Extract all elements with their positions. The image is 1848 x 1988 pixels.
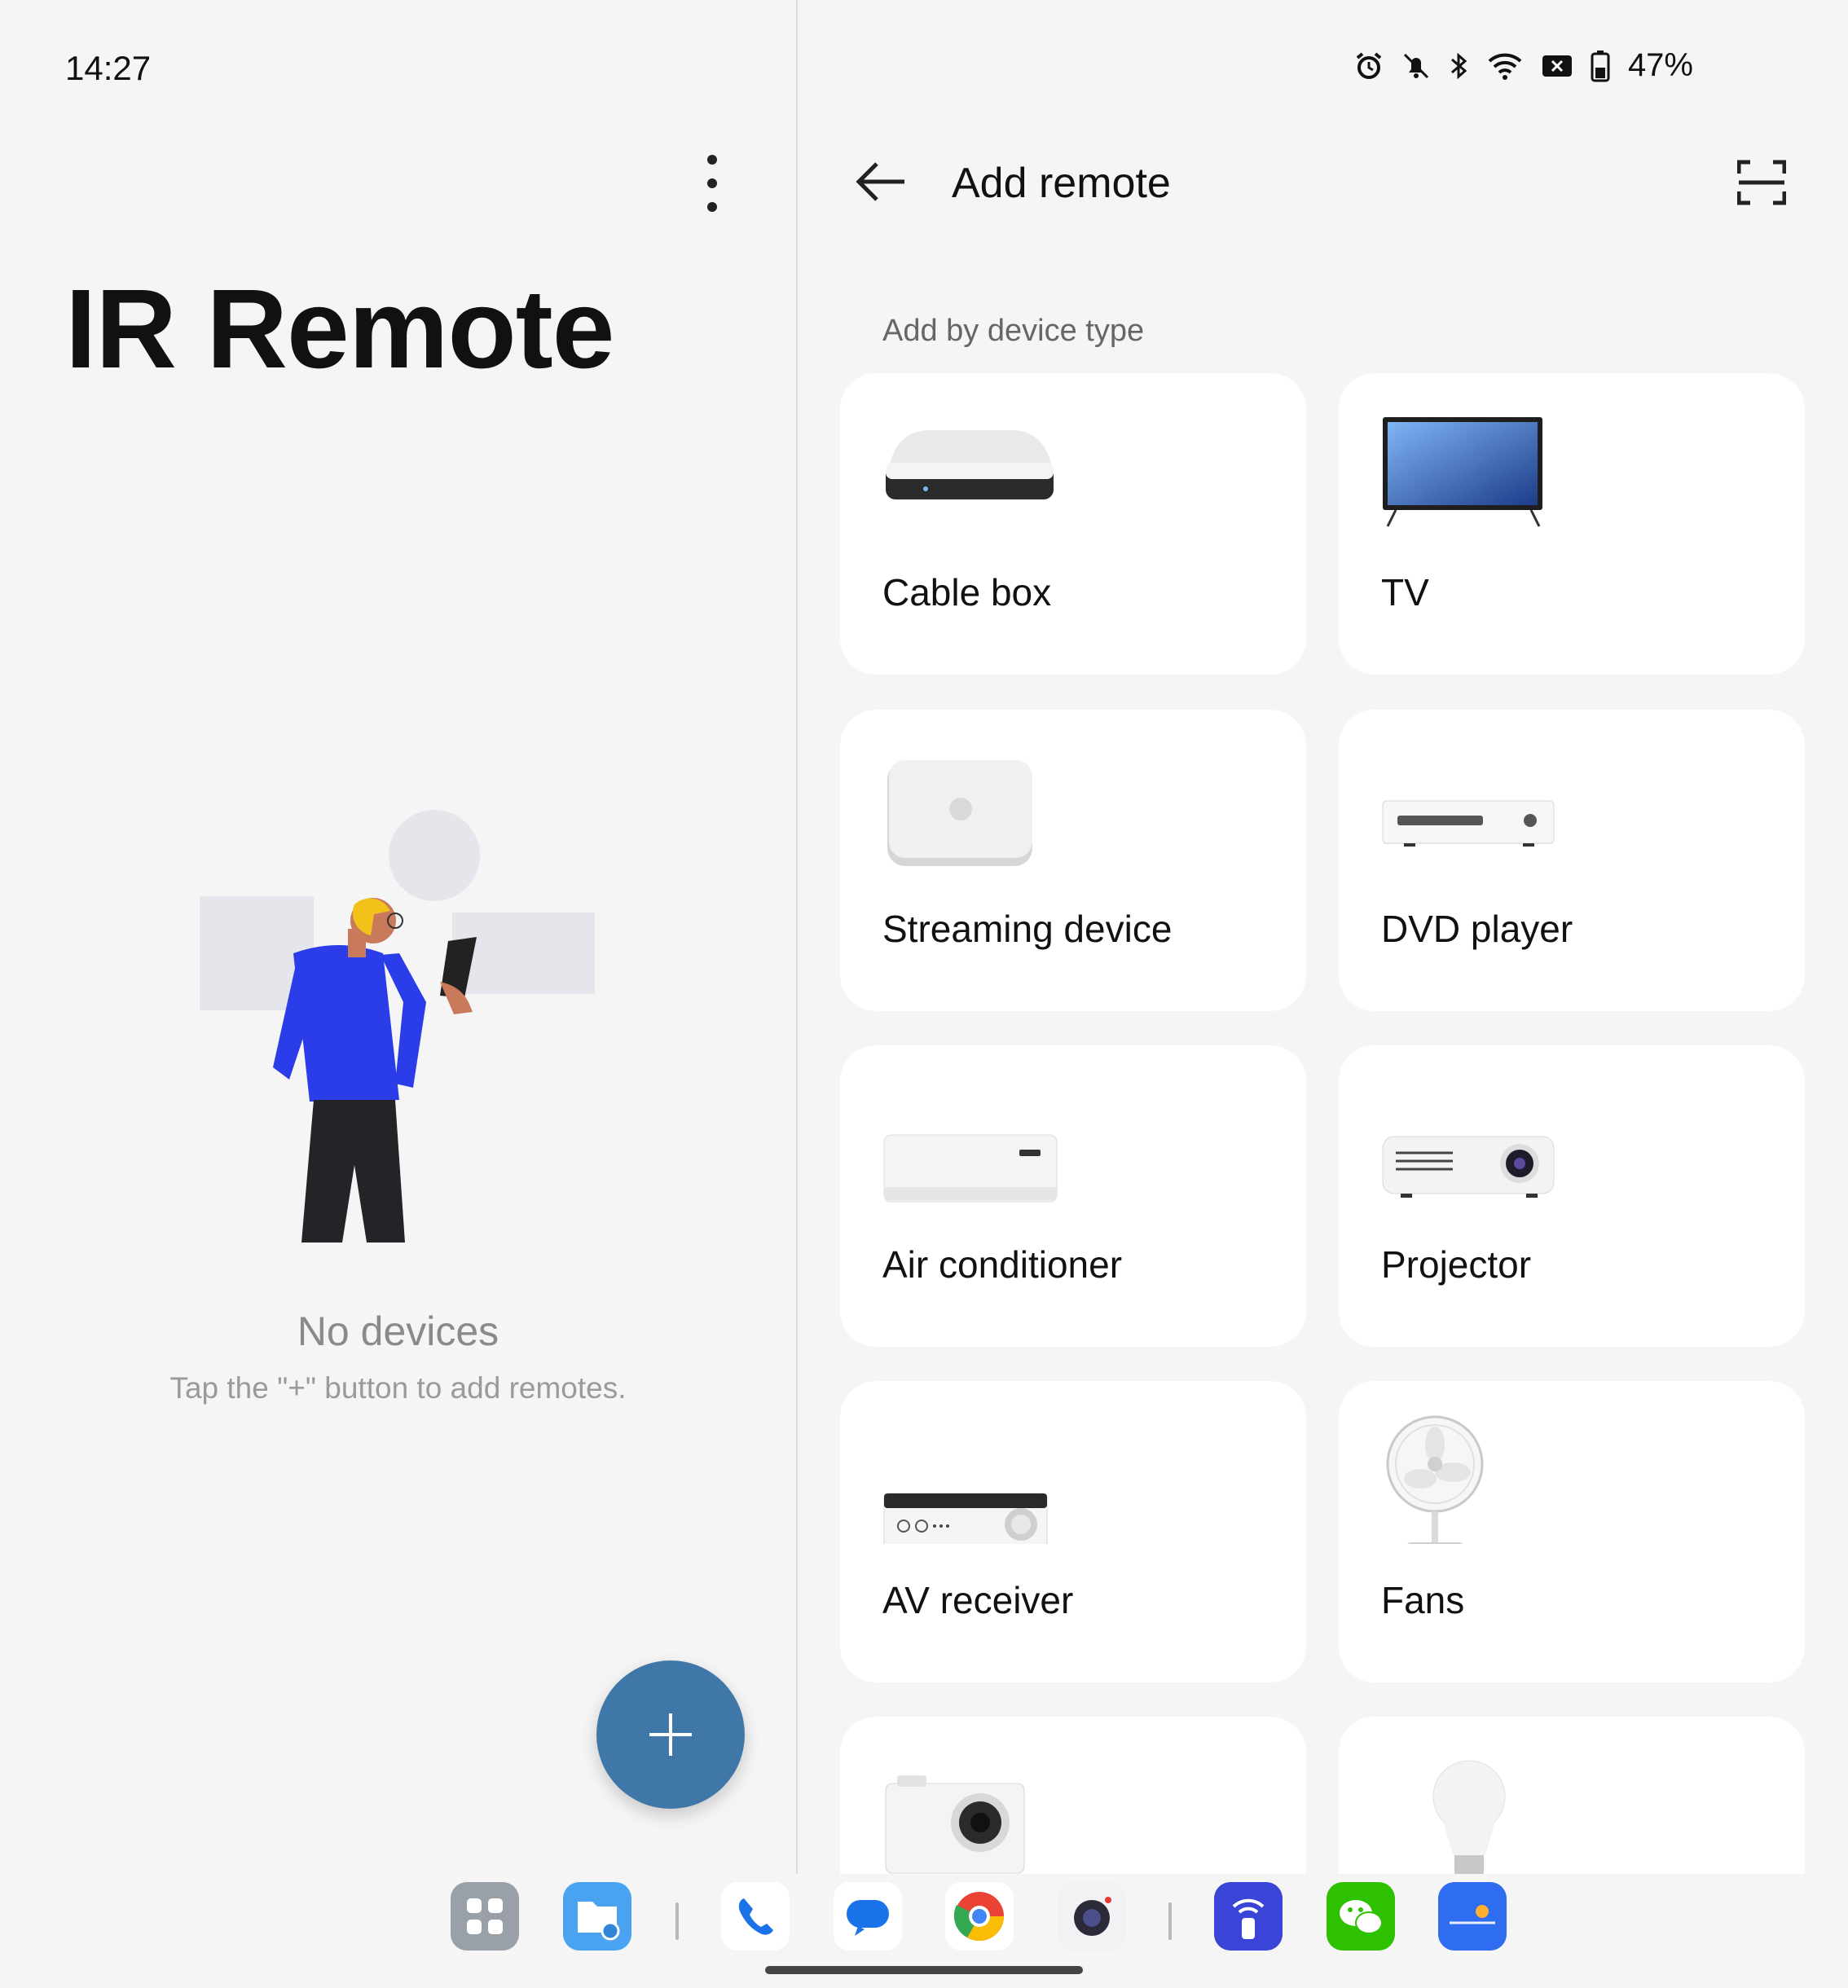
bell-off-icon	[1403, 53, 1428, 78]
messages-icon[interactable]	[834, 1882, 902, 1951]
app-drawer-icon[interactable]	[451, 1882, 519, 1951]
app-title: IR Remote	[65, 266, 614, 392]
add-remote-fab[interactable]	[596, 1660, 745, 1809]
files-icon[interactable]	[563, 1882, 631, 1951]
device-card-fans[interactable]: Fans	[1339, 1381, 1805, 1682]
wifi-icon	[1488, 53, 1522, 80]
device-label: Projector	[1381, 1243, 1532, 1286]
projector-icon	[1382, 1136, 1555, 1198]
device-label: Air conditioner	[882, 1243, 1123, 1286]
bluetooth-icon	[1450, 52, 1467, 79]
device-label: DVD player	[1381, 908, 1573, 950]
device-card-cable-box[interactable]: Cable box	[840, 373, 1306, 675]
empty-state-illustration	[200, 810, 595, 1242]
more-vertical-icon[interactable]	[696, 155, 728, 212]
empty-state-title: No devices	[297, 1308, 499, 1354]
weather-icon[interactable]	[1438, 1882, 1507, 1951]
device-card-projector[interactable]: Projector	[1339, 1045, 1805, 1347]
dock-separator	[675, 1902, 679, 1940]
chrome-icon[interactable]	[945, 1882, 1014, 1951]
battery-icon	[1591, 50, 1610, 81]
streaming-device-icon	[887, 760, 1032, 866]
dvd-player-icon	[1382, 800, 1555, 847]
device-card-dvd-player[interactable]: DVD player	[1339, 710, 1805, 1011]
tv-icon	[1383, 417, 1542, 527]
device-card-light-bulb[interactable]	[1339, 1717, 1805, 1876]
scan-icon[interactable]	[1737, 159, 1786, 206]
remote-app-icon[interactable]	[1214, 1882, 1283, 1951]
device-card-tv[interactable]: TV	[1339, 373, 1805, 675]
battery-percent: 47%	[1627, 47, 1693, 83]
cable-box-icon	[886, 430, 1054, 499]
empty-state-subtitle: Tap the "+" button to add remotes.	[169, 1371, 627, 1405]
device-label: Fans	[1381, 1579, 1465, 1621]
device-card-air-conditioner[interactable]: Air conditioner	[840, 1045, 1306, 1347]
plus-icon	[649, 1713, 692, 1756]
air-conditioner-icon	[883, 1134, 1058, 1203]
device-card-camera[interactable]	[840, 1717, 1306, 1874]
status-time: 14:27	[65, 49, 152, 87]
wechat-icon[interactable]	[1327, 1882, 1395, 1951]
av-receiver-icon	[883, 1493, 1048, 1544]
device-label: AV receiver	[882, 1579, 1074, 1621]
status-icons: 47%	[1354, 47, 1693, 84]
home-indicator[interactable]	[765, 1966, 1083, 1974]
phone-icon[interactable]	[721, 1882, 790, 1951]
fan-icon	[1386, 1415, 1484, 1544]
alarm-icon	[1356, 51, 1382, 79]
section-label: Add by device type	[882, 314, 1145, 348]
pane-divider	[796, 0, 798, 1874]
camera-icon	[885, 1775, 1025, 1874]
no-sim-icon	[1542, 55, 1572, 77]
device-label: TV	[1381, 571, 1429, 614]
device-label: Streaming device	[882, 908, 1173, 950]
arrow-left-icon[interactable]	[856, 159, 908, 205]
device-card-av-receiver[interactable]: AV receiver	[840, 1381, 1306, 1682]
light-bulb-icon	[1432, 1760, 1506, 1876]
device-card-streaming-device[interactable]: Streaming device	[840, 710, 1306, 1011]
dock-separator	[1168, 1902, 1172, 1940]
camera-app-icon[interactable]	[1058, 1882, 1126, 1951]
device-label: Cable box	[882, 571, 1052, 614]
page-title: Add remote	[952, 160, 1171, 207]
